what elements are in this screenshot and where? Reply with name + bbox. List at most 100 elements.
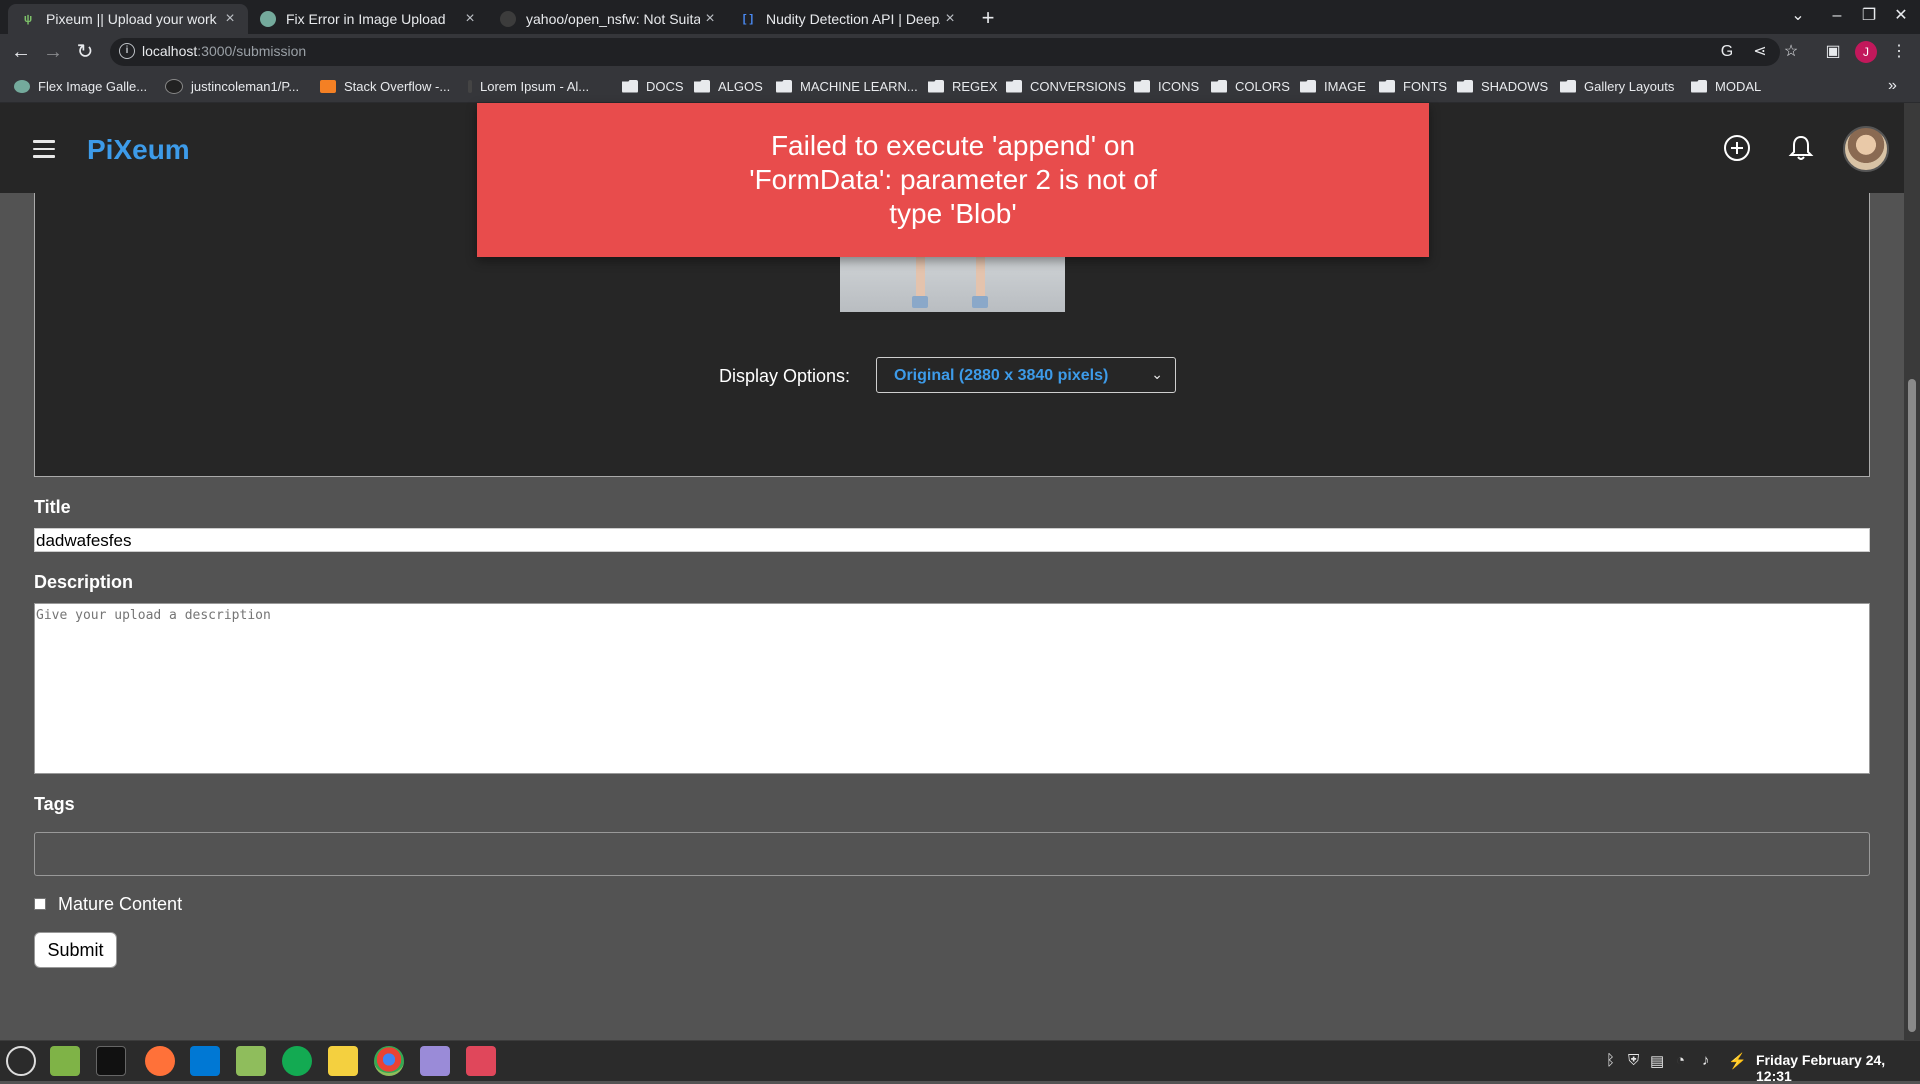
folder-icon xyxy=(1300,79,1316,93)
bookmark-folder-colors[interactable]: COLORS xyxy=(1211,70,1290,102)
back-icon[interactable]: ← xyxy=(8,39,34,65)
deepai-favicon-icon: [ ] xyxy=(742,13,754,25)
wifi-icon[interactable]: ◔ xyxy=(1676,1052,1685,1069)
description-textarea[interactable]: Give your upload a description xyxy=(34,603,1870,774)
chrome-icon[interactable] xyxy=(374,1046,404,1076)
bookmark-folder-fonts[interactable]: FONTS xyxy=(1379,70,1447,102)
terminal-icon[interactable] xyxy=(96,1046,126,1076)
tags-label: Tags xyxy=(34,794,75,814)
scrollbar-thumb[interactable] xyxy=(1908,379,1916,1032)
folder-icon xyxy=(1006,79,1022,93)
browser-profile-avatar[interactable]: J xyxy=(1855,41,1877,63)
browser-tab-strip: ψ Pixeum || Upload your work × Fix Error… xyxy=(0,0,1920,34)
bookmark-folder-shadows[interactable]: SHADOWS xyxy=(1457,70,1548,102)
folder-icon xyxy=(1457,79,1473,93)
app-logo[interactable]: PiXeum xyxy=(87,134,190,166)
more-bookmarks-icon[interactable]: » xyxy=(1888,70,1897,102)
files-icon[interactable] xyxy=(236,1046,266,1076)
folder-icon xyxy=(622,79,638,93)
tab-search-icon[interactable]: ⌄ xyxy=(1783,4,1813,28)
tab-pixeum[interactable]: ψ Pixeum || Upload your work × xyxy=(8,4,248,34)
close-tab-icon[interactable]: × xyxy=(700,10,720,28)
title-input[interactable]: dadwafesfes xyxy=(34,528,1870,552)
url-text: localhost:3000/submission xyxy=(142,43,307,59)
uploaded-image-preview xyxy=(840,256,1065,312)
desktop-icon[interactable] xyxy=(50,1046,80,1076)
reload-icon[interactable]: ↻ xyxy=(72,39,98,65)
pixeum-favicon-icon: ψ xyxy=(23,13,33,25)
bookmark-star-icon[interactable]: ☆ xyxy=(1781,42,1801,62)
bookmark-folder-conversions[interactable]: CONVERSIONS xyxy=(1006,70,1126,102)
close-tab-icon[interactable]: × xyxy=(940,10,960,28)
image-viewer-icon[interactable] xyxy=(466,1046,496,1076)
bookmark-folder-machine-learning[interactable]: MACHINE LEARN... xyxy=(776,70,918,102)
address-bar[interactable]: i localhost:3000/submission G ⋖ ☆ xyxy=(110,38,1798,66)
browser-menu-icon[interactable]: ⋮ xyxy=(1888,41,1910,63)
notes-icon[interactable] xyxy=(328,1046,358,1076)
text-editor-icon[interactable] xyxy=(420,1046,450,1076)
vscode-icon[interactable] xyxy=(190,1046,220,1076)
power-icon[interactable]: ⚡ xyxy=(1728,1052,1747,1070)
volume-icon[interactable]: ♪ xyxy=(1702,1052,1710,1069)
clock[interactable]: Friday February 24, 12:31 xyxy=(1756,1052,1920,1084)
close-tab-icon[interactable]: × xyxy=(460,10,480,28)
lorem-favicon-icon xyxy=(468,79,472,93)
folder-icon xyxy=(776,79,792,93)
display-options-label: Display Options: xyxy=(719,366,851,386)
add-upload-icon[interactable] xyxy=(1722,133,1752,163)
new-tab-button[interactable]: + xyxy=(975,6,1001,32)
side-panel-icon[interactable]: ▣ xyxy=(1822,41,1844,63)
notifications-bell-icon[interactable] xyxy=(1786,133,1816,163)
folder-icon xyxy=(1560,79,1576,93)
bookmark-folder-gallery-layouts[interactable]: Gallery Layouts xyxy=(1560,70,1674,102)
folder-icon xyxy=(1211,79,1227,93)
openai-favicon-icon xyxy=(260,11,276,27)
folder-icon xyxy=(1134,79,1150,93)
bookmark-folder-docs[interactable]: DOCS xyxy=(622,70,684,102)
description-label: Description xyxy=(34,572,134,592)
close-window-icon[interactable]: ✕ xyxy=(1886,4,1916,28)
folder-icon xyxy=(1379,79,1395,93)
mature-content-checkbox[interactable] xyxy=(34,898,46,910)
submit-button[interactable]: Submit xyxy=(34,932,117,968)
folder-icon xyxy=(928,79,944,93)
mongodb-compass-icon[interactable] xyxy=(282,1046,312,1076)
bookmark-folder-algos[interactable]: ALGOS xyxy=(694,70,763,102)
mature-content-label[interactable]: Mature Content xyxy=(58,894,182,915)
bookmark-stack-overflow[interactable]: Stack Overflow -... xyxy=(320,70,450,102)
browser-toolbar: ← → ↻ i localhost:3000/submission G ⋖ ☆ … xyxy=(0,34,1920,70)
display-options-select[interactable]: Original (2880 x 3840 pixels) ⌄ xyxy=(876,357,1176,393)
error-toast[interactable]: Failed to execute 'append' on 'FormData'… xyxy=(477,103,1429,257)
bookmark-lorem-ipsum[interactable]: Lorem Ipsum - Al... xyxy=(468,70,589,102)
bookmark-justincoleman[interactable]: justincoleman1/P... xyxy=(165,70,299,102)
bookmark-folder-image[interactable]: IMAGE xyxy=(1300,70,1366,102)
share-icon[interactable]: ⋖ xyxy=(1750,42,1770,62)
mint-menu-icon[interactable] xyxy=(6,1046,36,1076)
bluetooth-icon[interactable]: ᛒ xyxy=(1606,1052,1615,1069)
os-taskbar: ᛒ ⛨ ▤ ◔ ♪ ⚡ Friday February 24, 12:31 xyxy=(0,1040,1920,1084)
close-tab-icon[interactable]: × xyxy=(220,10,240,28)
shield-icon[interactable]: ⛨ xyxy=(1628,1052,1639,1069)
bookmark-folder-modal[interactable]: MODAL xyxy=(1691,70,1761,102)
user-avatar[interactable] xyxy=(1843,126,1889,172)
site-info-icon[interactable]: i xyxy=(119,43,135,59)
folder-icon xyxy=(1691,79,1707,93)
chevron-down-icon: ⌄ xyxy=(1151,366,1163,382)
bookmark-flex-image[interactable]: Flex Image Galle... xyxy=(14,70,147,102)
github-favicon-icon xyxy=(165,78,183,94)
bookmark-folder-icons[interactable]: ICONS xyxy=(1134,70,1199,102)
tab-open-nsfw[interactable]: yahoo/open_nsfw: Not Suitab × xyxy=(488,4,728,34)
notes-tray-icon[interactable]: ▤ xyxy=(1650,1052,1664,1070)
bookmark-folder-regex[interactable]: REGEX xyxy=(928,70,998,102)
tab-fix-error[interactable]: Fix Error in Image Upload × xyxy=(248,4,488,34)
minimize-icon[interactable]: – xyxy=(1822,4,1852,28)
tags-input[interactable] xyxy=(34,832,1870,876)
menu-icon[interactable] xyxy=(33,140,55,158)
google-lens-icon[interactable]: G xyxy=(1717,42,1737,62)
page-scrollbar[interactable] xyxy=(1904,103,1920,1040)
firefox-icon[interactable] xyxy=(145,1046,175,1076)
github-favicon-icon xyxy=(500,11,516,27)
restore-icon[interactable]: ❐ xyxy=(1854,4,1884,28)
tab-deepai[interactable]: [ ] Nudity Detection API | DeepAI × xyxy=(728,4,968,34)
forward-icon[interactable]: → xyxy=(40,39,66,65)
